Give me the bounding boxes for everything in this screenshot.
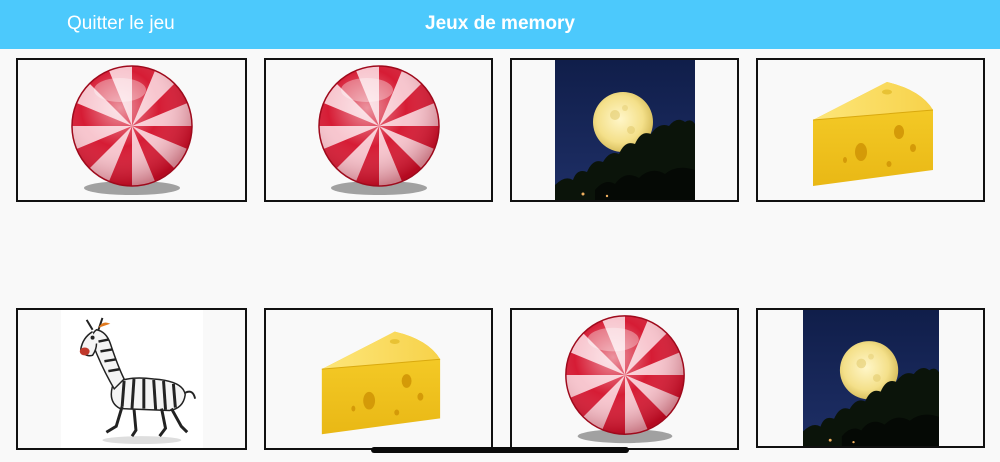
quit-game-button[interactable]: Quitter le jeu — [67, 13, 175, 35]
candy-icon — [308, 60, 450, 200]
memory-card-7[interactable] — [510, 308, 739, 450]
memory-card-3[interactable] — [510, 58, 739, 202]
memory-card-8[interactable] — [756, 308, 985, 448]
cheese-icon — [308, 310, 450, 448]
candy-icon — [61, 60, 203, 200]
memory-card-5[interactable] — [16, 308, 247, 450]
zebra-icon — [60, 310, 203, 448]
moon-icon — [800, 310, 942, 446]
navigation-bar: Quitter le jeu Jeux de memory — [0, 0, 1000, 49]
memory-card-6[interactable] — [264, 308, 493, 450]
page-title: Jeux de memory — [425, 13, 575, 34]
memory-card-4[interactable] — [756, 58, 985, 202]
candy-icon — [554, 310, 696, 448]
memory-card-1[interactable] — [16, 58, 247, 202]
moon-icon — [554, 60, 696, 200]
memory-card-2[interactable] — [264, 58, 493, 202]
home-indicator[interactable] — [371, 447, 629, 453]
cheese-icon — [800, 60, 942, 200]
